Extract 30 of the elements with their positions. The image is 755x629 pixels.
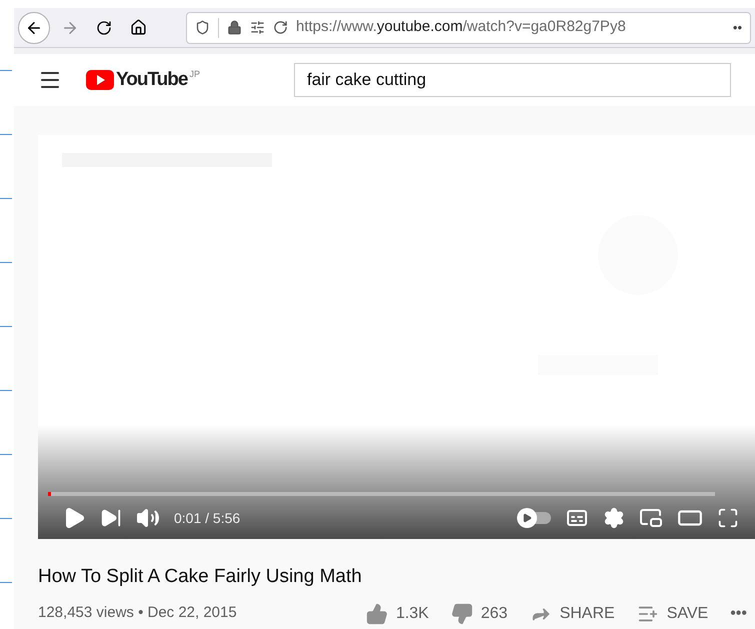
back-button[interactable] (18, 12, 50, 44)
thumbs-down-icon (450, 602, 473, 624)
thumbs-up-icon (366, 602, 388, 624)
shield-icon (195, 20, 210, 35)
home-icon (130, 19, 146, 36)
video-title: How To Split A Cake Fairly Using Math (38, 565, 363, 589)
reload-icon (96, 20, 112, 36)
view-count-and-date: 128,453 views • Dec 22, 2015 (38, 603, 237, 624)
more-button[interactable]: ••• (726, 602, 751, 626)
search-field[interactable]: fair cake cutting (294, 63, 731, 97)
permissions-icon (250, 20, 265, 35)
like-button[interactable]: 1.3K (362, 602, 433, 626)
time-display: 0:01 / 5:56 (174, 508, 240, 528)
address-text: https://www.youtube.com/watch?v=ga0R82g7Py8 (296, 17, 626, 38)
share-button[interactable]: SHARE (526, 602, 619, 626)
miniplayer-icon[interactable] (639, 506, 663, 530)
next-icon[interactable] (100, 507, 122, 529)
address-bar[interactable]: https://www.youtube.com/watch?v=ga0R82g7Py8 •• (186, 12, 751, 44)
video-player[interactable]: 0:01 / 5:56 (38, 135, 755, 539)
logo-text: YouTube (116, 68, 188, 92)
lock-icon (227, 20, 242, 35)
region-label: JP (189, 68, 200, 81)
page-actions-button[interactable]: •• (732, 18, 742, 38)
play-icon (522, 513, 532, 523)
play-logo-icon (86, 70, 114, 90)
save-button[interactable]: SAVE (632, 602, 712, 626)
settings-icon[interactable] (603, 507, 625, 529)
fullscreen-icon[interactable] (717, 507, 739, 529)
volume-icon[interactable] (136, 506, 160, 530)
dislike-button[interactable]: 263 (446, 602, 512, 626)
